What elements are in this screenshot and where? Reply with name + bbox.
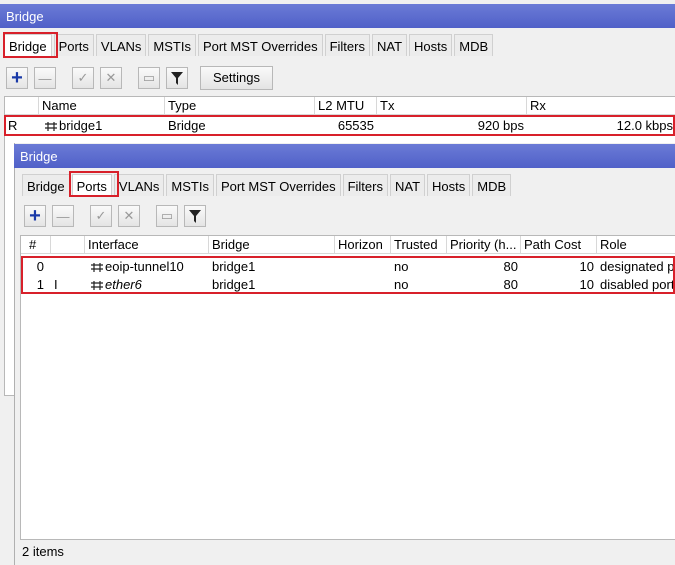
col-l2mtu[interactable]: L2 MTU [315,97,377,115]
main-toolbar: + — ✓ ✕ ▭ Settings [6,66,273,90]
comment-button[interactable]: ▭ [138,67,160,89]
tab-nat[interactable]: NAT [389,174,426,196]
tab-mstis[interactable]: MSTIs [166,174,214,196]
col-name[interactable]: Name [39,97,165,115]
bridge-row-highlight [4,115,675,136]
filter-button[interactable] [166,67,188,89]
col-rx[interactable]: Rx [527,97,675,115]
ports-tab-highlight [69,171,119,197]
filter-button[interactable] [184,205,206,227]
tab-bridge[interactable]: Bridge [22,174,70,196]
col-horizon[interactable]: Horizon [335,236,391,254]
bridge-tab-highlight [3,32,58,58]
settings-button[interactable]: Settings [200,66,273,90]
tab-port-mst-overrides[interactable]: Port MST Overrides [215,174,341,196]
tab-mdb[interactable]: MDB [472,174,512,196]
tab-nat[interactable]: NAT [371,34,408,56]
ports-table-header: # Interface Bridge Horizon Trusted Prior… [21,236,675,254]
col-type[interactable]: Type [165,97,315,115]
ports-rows-highlight [21,256,675,294]
filter-icon [189,209,201,223]
ports-window-title: Bridge [14,144,675,168]
bridge-table-header: Name Type L2 MTU Tx Rx [5,97,675,115]
tab-hosts[interactable]: Hosts [409,34,453,56]
col-role[interactable]: Role [597,236,675,254]
tab-hosts[interactable]: Hosts [427,174,471,196]
col-bridge[interactable]: Bridge [209,236,335,254]
ports-toolbar: + — ✓ ✕ ▭ [24,205,212,227]
remove-button[interactable]: — [34,67,56,89]
bridge-window-title: Bridge [0,4,675,28]
col-trusted[interactable]: Trusted [391,236,447,254]
tab-port-mst-overrides[interactable]: Port MST Overrides [197,34,323,56]
filter-icon [171,71,183,85]
col-num[interactable]: # [21,236,51,254]
col-flag[interactable] [5,97,39,115]
window-title: Bridge [6,9,44,24]
remove-button[interactable]: — [52,205,74,227]
col-path-cost[interactable]: Path Cost [521,236,597,254]
add-button[interactable]: + [6,67,28,89]
col-tx[interactable]: Tx [377,97,527,115]
col-flag[interactable] [51,236,85,254]
enable-button[interactable]: ✓ [72,67,94,89]
main-tabs: Bridge Ports VLANs MSTIs Port MST Overri… [4,34,495,58]
comment-button[interactable]: ▭ [156,205,178,227]
tab-mstis[interactable]: MSTIs [148,34,196,56]
tab-filters[interactable]: Filters [324,34,370,56]
enable-button[interactable]: ✓ [90,205,112,227]
tab-filters[interactable]: Filters [342,174,388,196]
ports-window-title-text: Bridge [20,149,58,164]
tab-mdb[interactable]: MDB [454,34,494,56]
col-interface[interactable]: Interface [85,236,209,254]
status-bar: 2 items [22,544,64,559]
tab-vlans[interactable]: VLANs [113,174,165,196]
col-priority[interactable]: Priority (h... [447,236,521,254]
tab-ports[interactable]: Ports [53,34,94,56]
disable-button[interactable]: ✕ [118,205,140,227]
add-button[interactable]: + [24,205,46,227]
disable-button[interactable]: ✕ [100,67,122,89]
tab-vlans[interactable]: VLANs [95,34,147,56]
